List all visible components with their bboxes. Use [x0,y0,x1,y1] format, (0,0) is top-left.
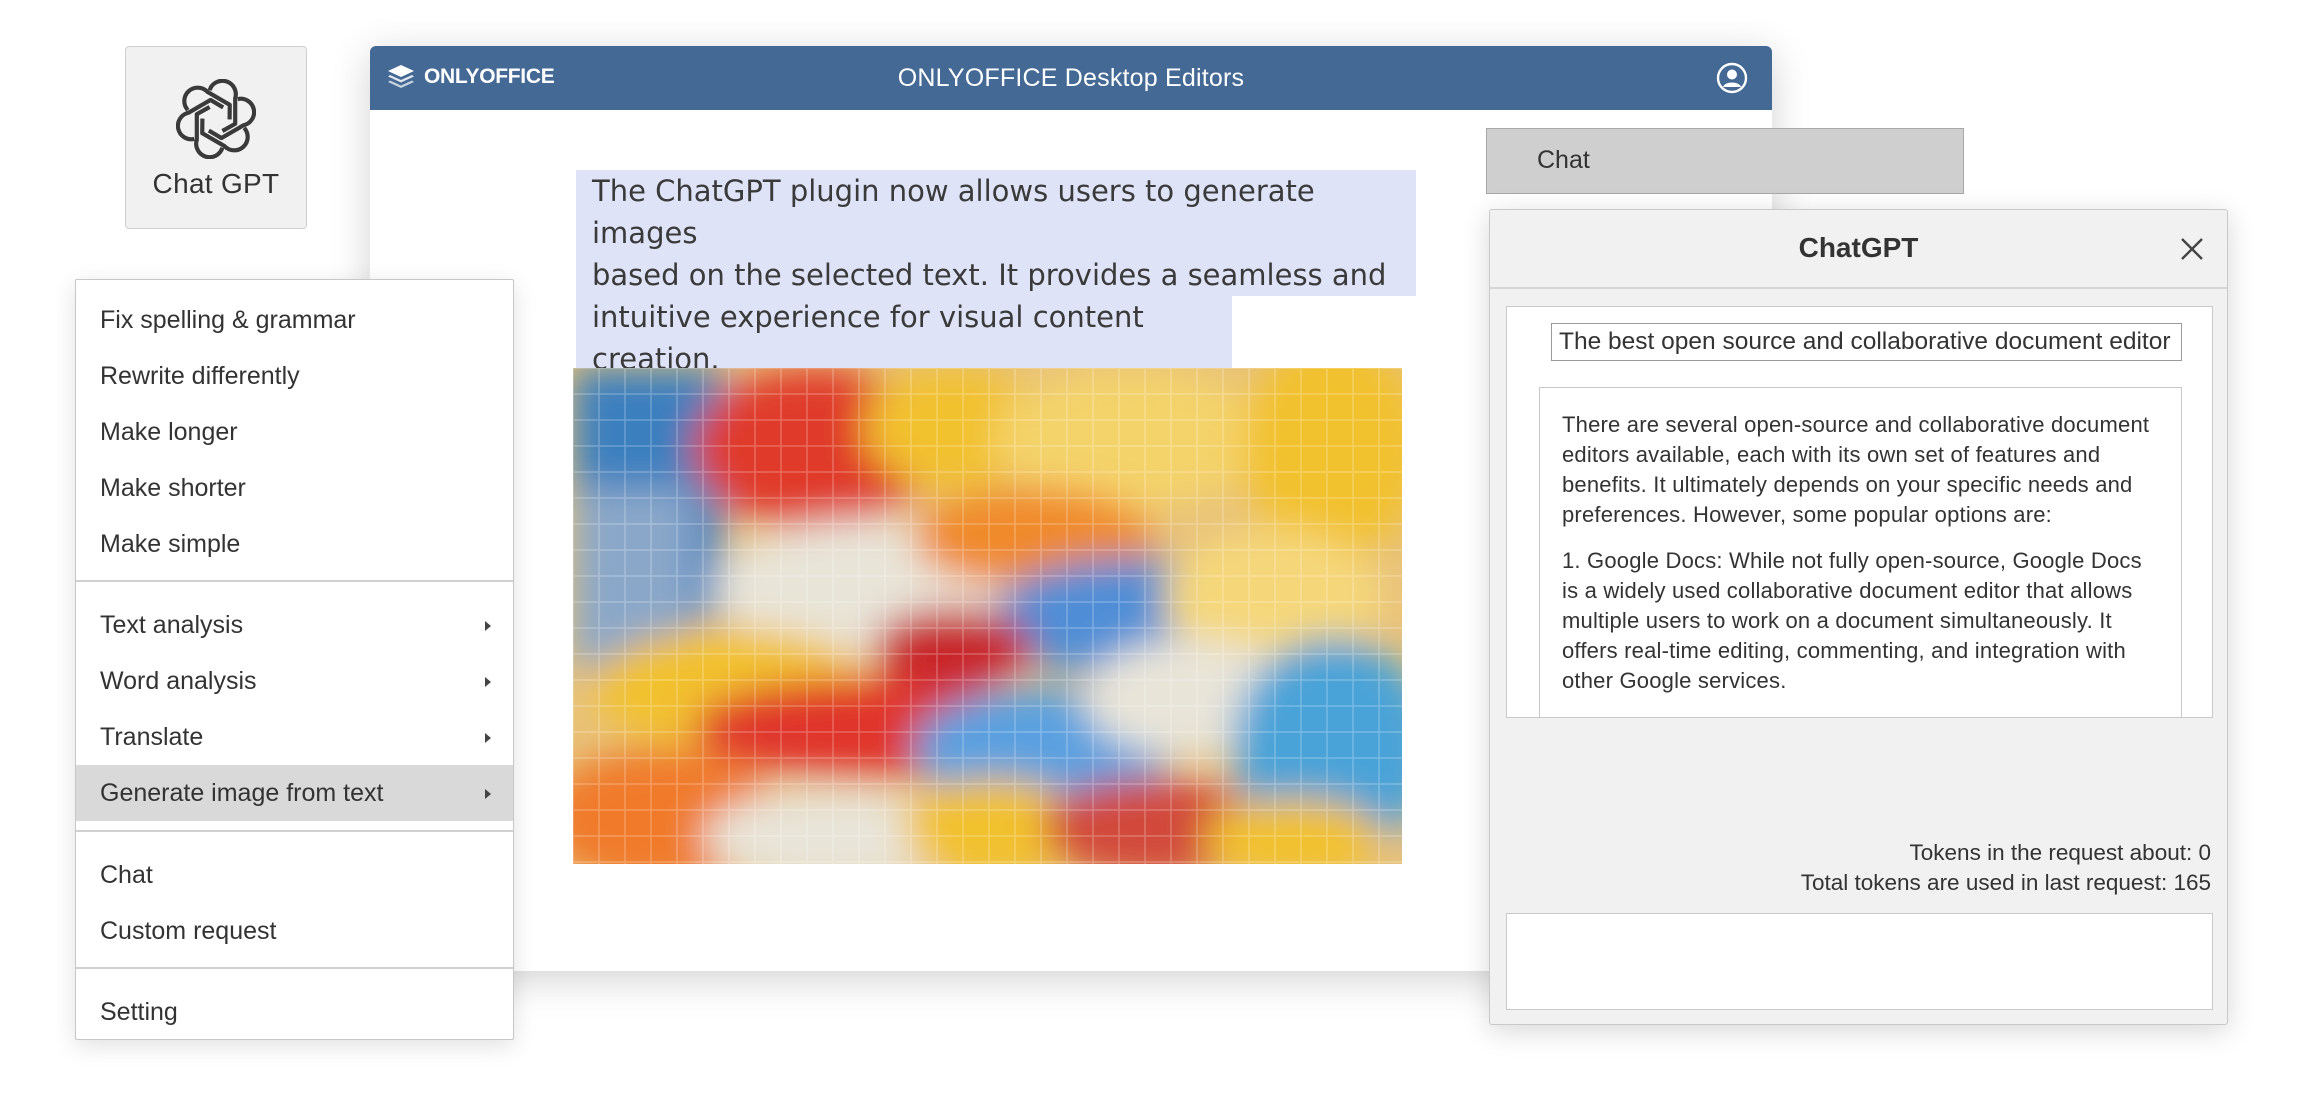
abstract-art-image [573,368,1402,864]
panel-title: ChatGPT [1798,232,1919,263]
menu-item-make-shorter[interactable]: Make shorter [76,460,513,516]
menu-item-label: Text analysis [100,611,244,639]
assistant-paragraph: There are several open-source and collab… [1562,412,2150,527]
tokens-total-text: Total tokens are used in last request: 1… [1800,870,2211,895]
menu-separator [76,830,513,832]
menu-item-custom-request[interactable]: Custom request [76,903,513,959]
menu-item-setting[interactable]: Setting [76,984,513,1040]
submenu-arrow-icon [485,789,491,799]
submenu-arrow-icon [485,733,491,743]
menu-item-label: Word analysis [100,667,257,695]
menu-separator [76,580,513,582]
assistant-message: There are several open-source and collab… [1539,387,2182,717]
token-info: Tokens in the request about: 0 Total tok… [1801,838,2211,898]
chatgpt-context-menu: Fix spelling & grammar Rewrite different… [75,279,514,1040]
menu-item-fix-spelling[interactable]: Fix spelling & grammar [76,292,513,348]
selected-text-line: The ChatGPT plugin now allows users to g… [576,170,1416,254]
generated-image[interactable] [573,368,1402,864]
menu-item-text-analysis[interactable]: Text analysis [76,597,513,653]
menu-item-word-analysis[interactable]: Word analysis [76,653,513,709]
menu-item-translate[interactable]: Translate [76,709,513,765]
chatgpt-plugin-button[interactable]: Chat GPT [125,46,307,229]
menu-item-generate-image[interactable]: Generate image from text [76,765,513,821]
chat-tab-button[interactable]: Chat [1486,128,1964,194]
menu-item-label: Translate [100,723,204,751]
tokens-request-text: Tokens in the request about: 0 [1909,840,2211,865]
menu-item-make-simple[interactable]: Make simple [76,516,513,572]
panel-divider [1490,287,2227,289]
submenu-arrow-icon [485,677,491,687]
assistant-paragraph: 1. Google Docs: While not fully open-sou… [1562,548,2142,693]
close-icon[interactable] [2179,236,2205,262]
plugin-tile-label: Chat GPT [152,168,280,199]
editor-titlebar: ONLYOFFICE ONLYOFFICE Desktop Editors [370,46,1772,110]
submenu-arrow-icon [485,621,491,631]
selected-text-line: based on the selected text. It provides … [576,254,1416,296]
window-title: ONLYOFFICE Desktop Editors [897,64,1245,92]
openai-logo-icon [176,79,256,159]
user-message: The best open source and collaborative d… [1551,323,2182,361]
menu-item-chat[interactable]: Chat [76,847,513,903]
menu-separator [76,967,513,969]
chatgpt-chat-panel: ChatGPT The best open source and collabo… [1489,209,2228,1025]
conversation-area[interactable]: The best open source and collaborative d… [1506,306,2213,718]
menu-item-rewrite[interactable]: Rewrite differently [76,348,513,404]
chat-message-input[interactable] [1506,913,2213,1010]
menu-item-label: Generate image from text [100,779,384,807]
user-account-icon[interactable] [1716,62,1748,94]
menu-item-make-longer[interactable]: Make longer [76,404,513,460]
selected-text[interactable]: The ChatGPT plugin now allows users to g… [576,170,1416,380]
